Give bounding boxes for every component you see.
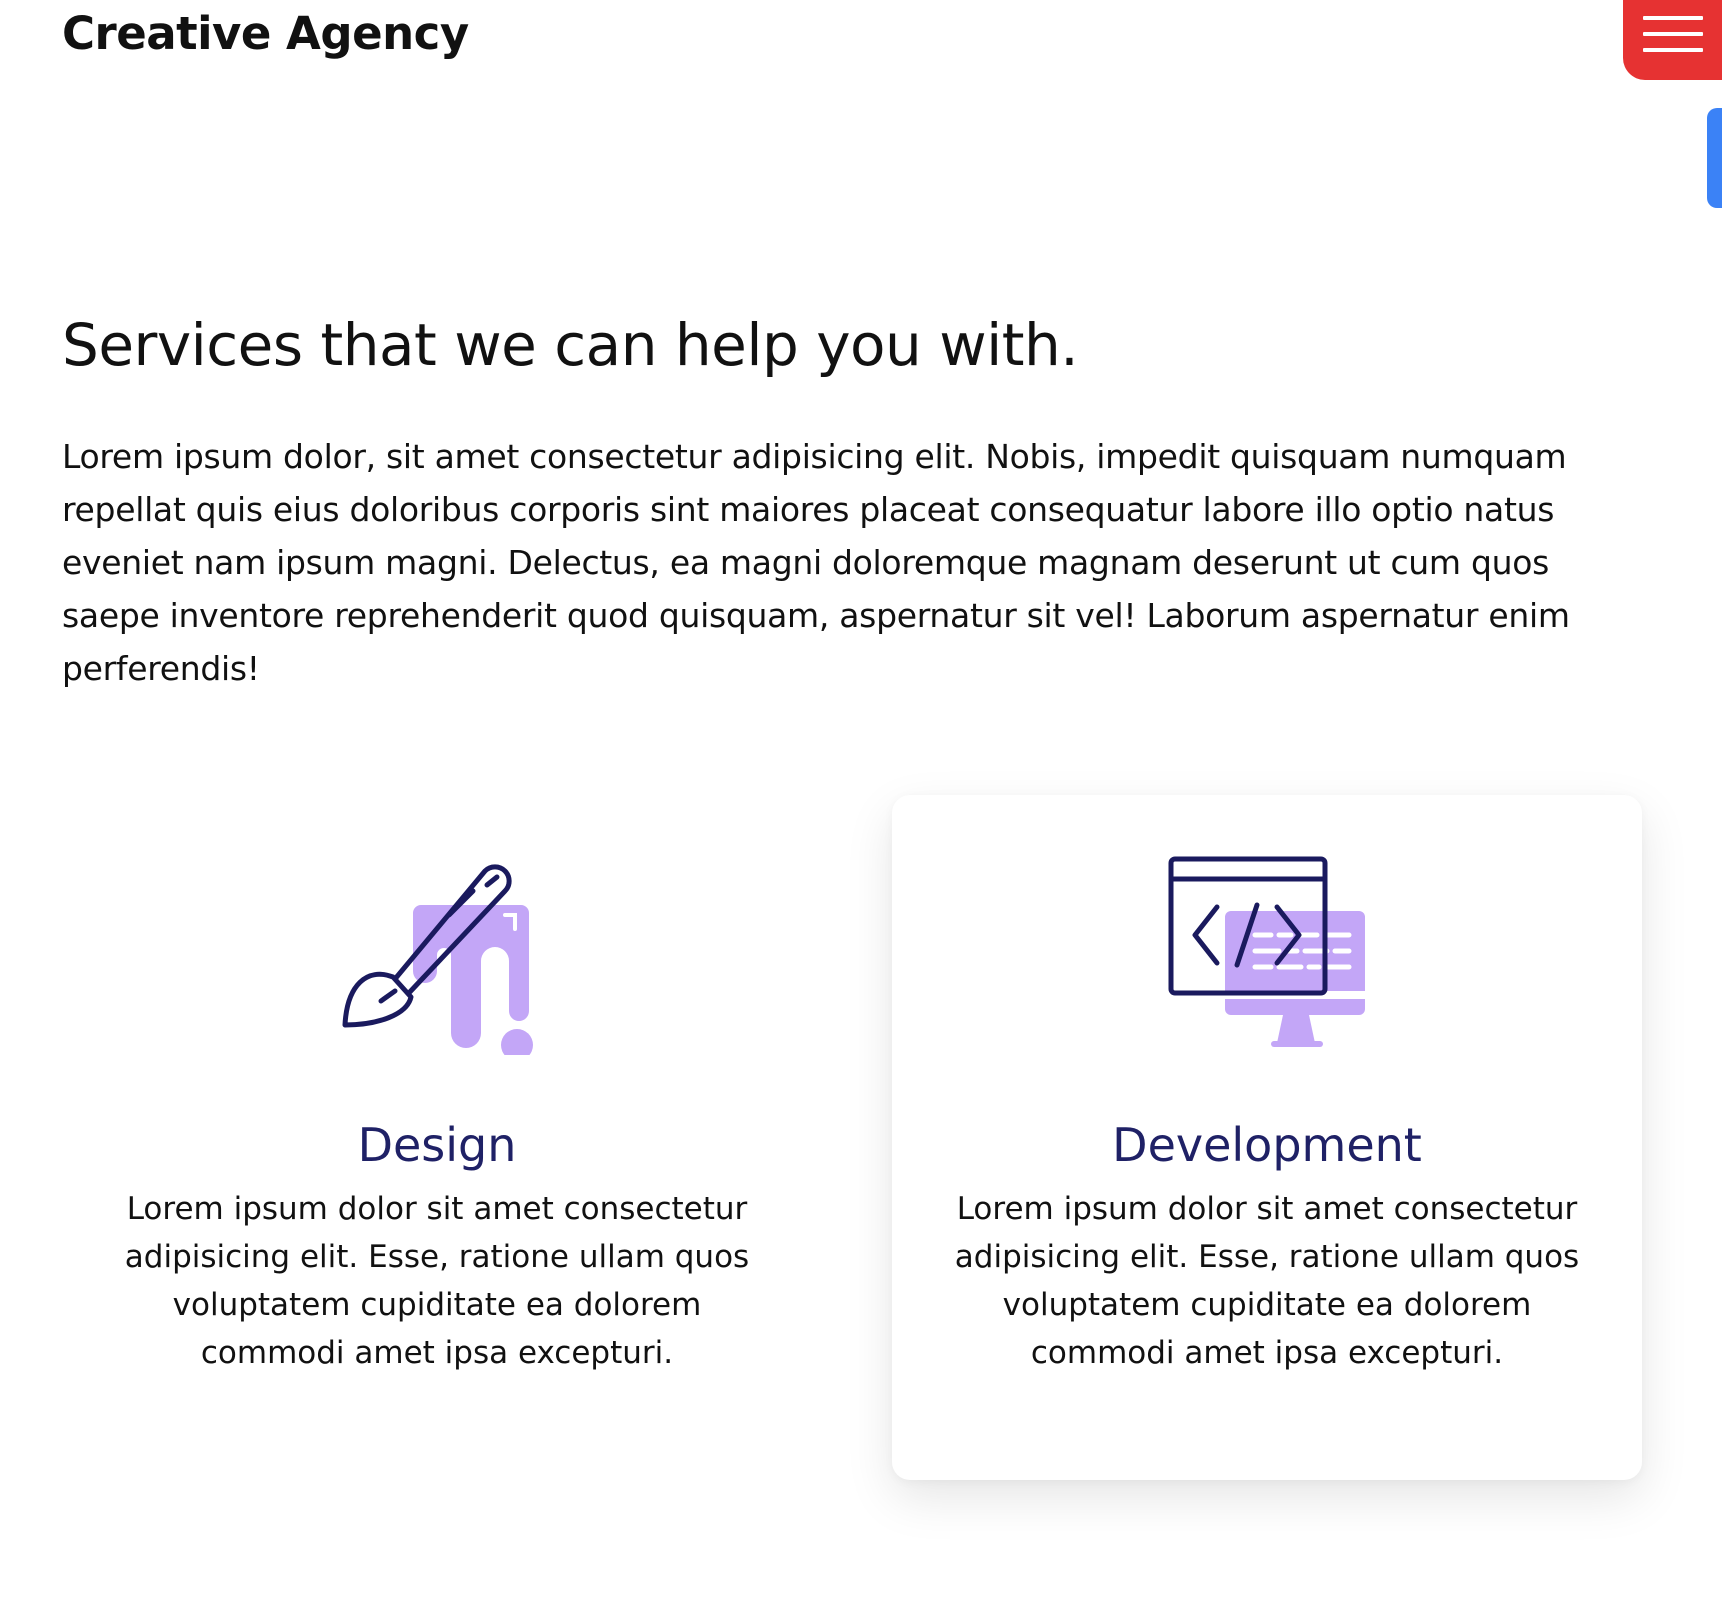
menu-button[interactable] <box>1623 0 1722 80</box>
card-title-design: Design <box>357 1118 517 1172</box>
service-card-development: Development Lorem ipsum dolor sit amet c… <box>892 795 1642 1480</box>
card-text-development: Lorem ipsum dolor sit amet consectetur a… <box>954 1191 1580 1371</box>
page: Creative Agency Services that we can hel… <box>0 0 1722 1604</box>
paintbrush-icon <box>337 855 537 1061</box>
card-title-development: Development <box>1112 1118 1422 1172</box>
services-heading: Services that we can help you with. <box>62 311 1079 379</box>
side-tab[interactable] <box>1707 108 1722 208</box>
services-intro: Lorem ipsum dolor, sit amet consectetur … <box>62 437 1570 688</box>
code-monitor-icon <box>1167 855 1367 1055</box>
service-card-design: Design Lorem ipsum dolor sit amet consec… <box>62 795 812 1480</box>
site-logo[interactable]: Creative Agency <box>62 6 469 62</box>
card-text-design: Lorem ipsum dolor sit amet consectetur a… <box>124 1191 750 1371</box>
